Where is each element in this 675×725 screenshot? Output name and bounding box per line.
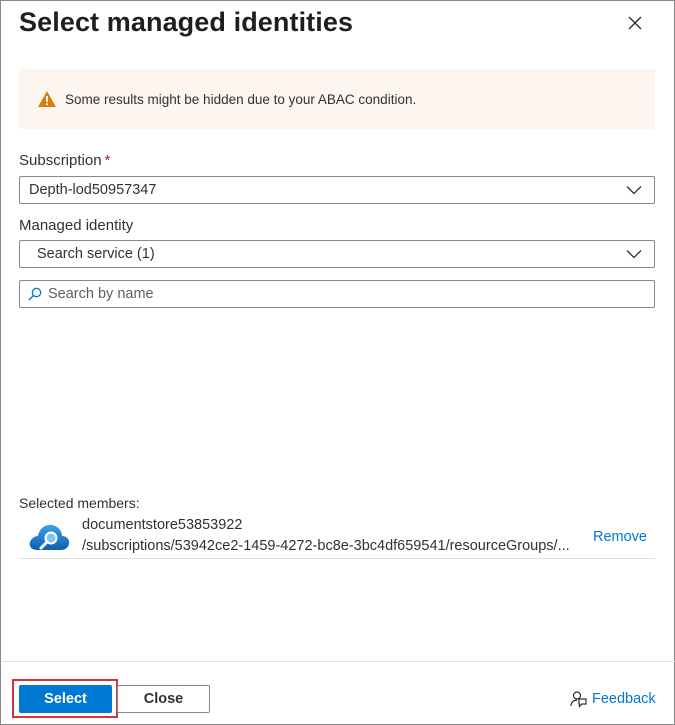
warning-icon <box>38 91 56 107</box>
search-input[interactable] <box>48 286 638 302</box>
close-button[interactable]: Close <box>117 685 210 713</box>
chevron-down-icon <box>626 186 642 195</box>
panel-title: Select managed identities <box>19 7 354 37</box>
chevron-down-icon <box>626 250 642 259</box>
abac-warning-banner: Some results might be hidden due to your… <box>19 69 655 129</box>
remove-member-link[interactable]: Remove <box>593 529 647 545</box>
member-path: /subscriptions/53942ce2-1459-4272-bc8e-3… <box>82 538 570 554</box>
warning-text: Some results might be hidden due to your… <box>65 91 417 107</box>
feedback-label: Feedback <box>592 691 656 707</box>
member-name: documentstore53853922 <box>82 517 243 533</box>
search-box[interactable] <box>19 280 655 308</box>
managed-identity-value: Search service (1) <box>37 246 155 262</box>
footer-divider <box>2 661 675 662</box>
selected-member-row: documentstore53853922 /subscriptions/539… <box>19 513 655 559</box>
managed-identity-label: Managed identity <box>19 217 134 234</box>
subscription-dropdown[interactable]: Depth-lod50957347 <box>19 176 655 204</box>
managed-identity-dropdown[interactable]: Search service (1) <box>19 240 655 268</box>
selected-members-label: Selected members: <box>19 495 140 511</box>
subscription-label-text: Subscription <box>19 152 102 169</box>
close-icon[interactable] <box>625 13 645 33</box>
feedback-icon <box>570 691 587 708</box>
subscription-label: Subscription * <box>19 152 110 169</box>
required-marker: * <box>104 152 111 169</box>
select-button[interactable]: Select <box>19 685 112 713</box>
managed-identity-panel: Select managed identities Some results m… <box>0 0 675 725</box>
subscription-value: Depth-lod50957347 <box>29 182 157 198</box>
search-service-cloud-icon <box>29 524 70 550</box>
feedback-link[interactable]: Feedback <box>568 689 656 709</box>
search-icon <box>28 287 42 301</box>
